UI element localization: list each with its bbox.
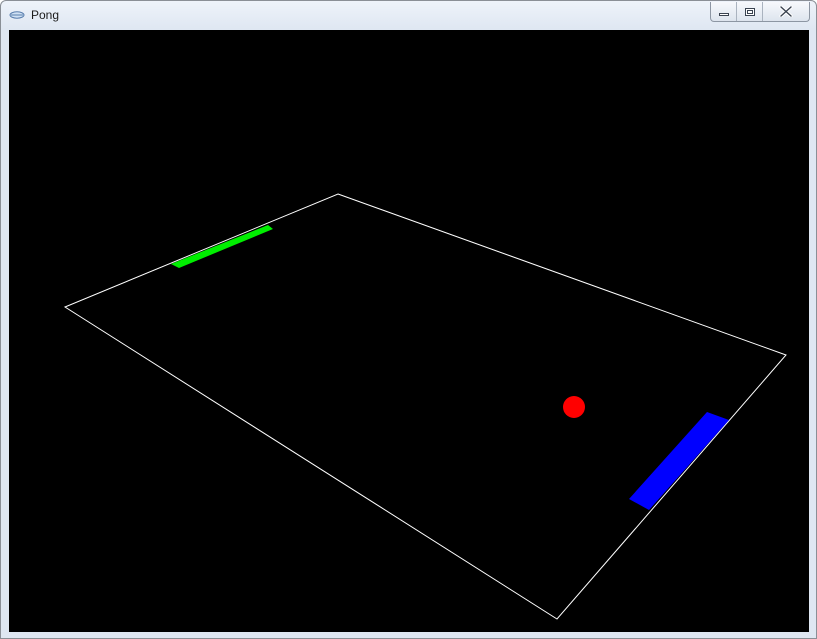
minimize-button[interactable] [711,2,737,21]
window-title: Pong [31,8,60,22]
right-paddle [629,412,729,510]
game-canvas[interactable] [9,30,809,632]
play-field-outline [63,193,787,620]
window-controls [710,2,810,22]
title-bar[interactable]: Pong [1,1,816,30]
restore-icon [744,7,755,16]
maximize-button[interactable] [737,2,763,21]
ball [563,396,585,418]
minimize-icon [718,12,729,16]
pong-app-icon [9,11,25,19]
app-window: Pong [0,0,817,639]
close-button[interactable] [763,2,809,21]
game-scene [63,193,787,620]
close-icon [779,6,793,17]
left-paddle [171,225,273,268]
